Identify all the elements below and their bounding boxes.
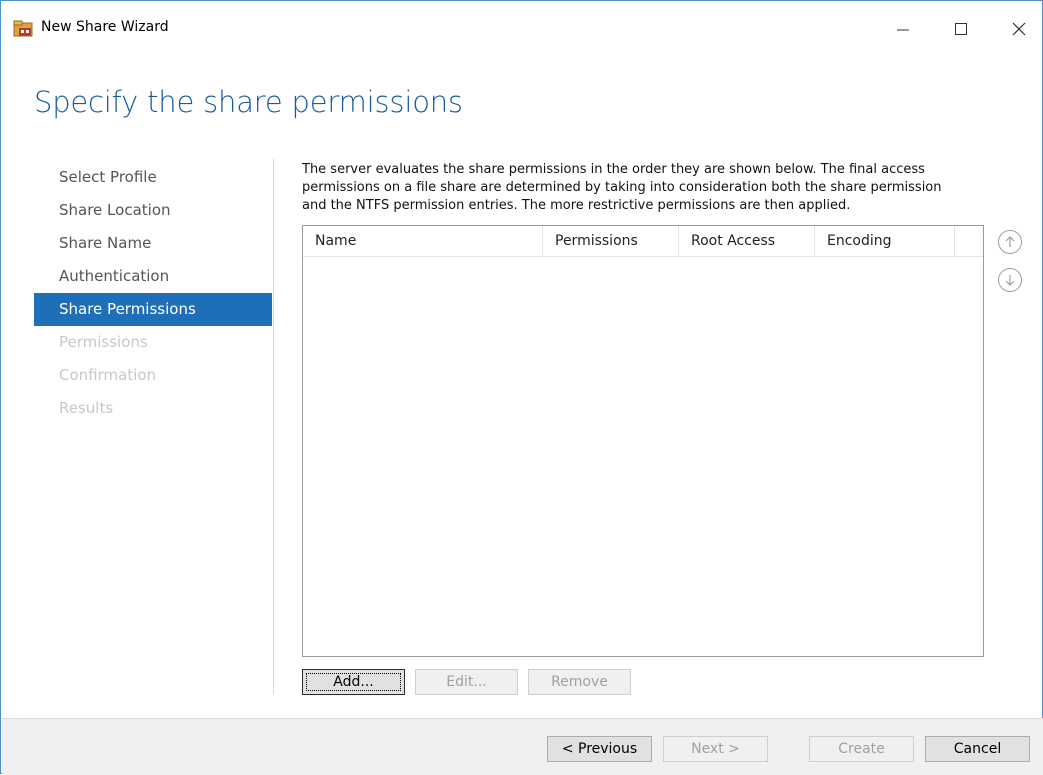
nav-step-results: Results [59,399,114,417]
nav-step-permissions: Permissions [59,333,148,351]
previous-button[interactable]: < Previous [547,736,652,762]
close-icon [1012,22,1026,36]
cancel-button-label: Cancel [953,741,1002,757]
column-header-encoding[interactable]: Encoding [815,226,955,256]
description-line: The server evaluates the share permissio… [302,162,925,177]
nav-step-select-profile[interactable]: Select Profile [34,161,272,194]
description-line: and the NTFS permission entries. The mor… [302,198,851,213]
create-button[interactable]: Create [809,736,914,762]
next-button[interactable]: Next > [663,736,768,762]
remove-button-label: Remove [551,674,608,690]
permissions-description: The server evaluates the share permissio… [302,161,1022,215]
maximize-icon [955,23,967,35]
nav-step-share-permissions[interactable]: Share Permissions [34,293,272,326]
edit-button-label: Edit... [446,674,487,690]
wizard-window: New Share Wizard Specify the share permi… [0,0,1043,775]
previous-button-label: < Previous [561,741,638,757]
nav-step-share-name[interactable]: Share Name [34,227,272,260]
nav-step-confirmation: Confirmation [59,366,157,384]
minimize-icon [897,29,909,31]
create-button-label: Create [838,741,885,757]
move-up-button[interactable] [998,230,1022,254]
focus-rect [306,673,401,691]
maximize-button[interactable] [939,13,983,45]
close-button[interactable] [997,13,1041,45]
arrow-down-circle-icon [1005,275,1015,286]
nav-step-share-location[interactable]: Share Location [34,194,272,227]
remove-button[interactable]: Remove [528,669,631,695]
description-line: permissions on a file share are determin… [302,180,942,195]
cancel-button[interactable]: Cancel [925,736,1030,762]
column-header-root-access[interactable]: Root Access [679,226,815,256]
nav-step-authentication[interactable]: Authentication [34,260,272,293]
column-header-filler [955,226,979,256]
window-title: New Share Wizard [41,19,169,35]
list-header: Name Permissions Root Access Encoding [303,226,983,257]
column-header-permissions[interactable]: Permissions [543,226,679,256]
page-title: Specify the share permissions [34,85,463,119]
share-folder-icon [13,20,33,37]
minimize-button[interactable] [881,13,925,45]
arrow-up-circle-icon [1005,236,1015,247]
share-permissions-list[interactable]: Name Permissions Root Access Encoding [302,225,984,657]
move-down-button[interactable] [998,268,1022,292]
next-button-label: Next > [691,741,740,757]
add-button[interactable]: Add... [302,669,405,695]
edit-button[interactable]: Edit... [415,669,518,695]
column-header-name[interactable]: Name [303,226,543,256]
title-bar: New Share Wizard [1,1,1042,59]
nav-divider [273,159,274,694]
wizard-steps-nav: Select Profile Share Location Share Name… [34,161,272,425]
